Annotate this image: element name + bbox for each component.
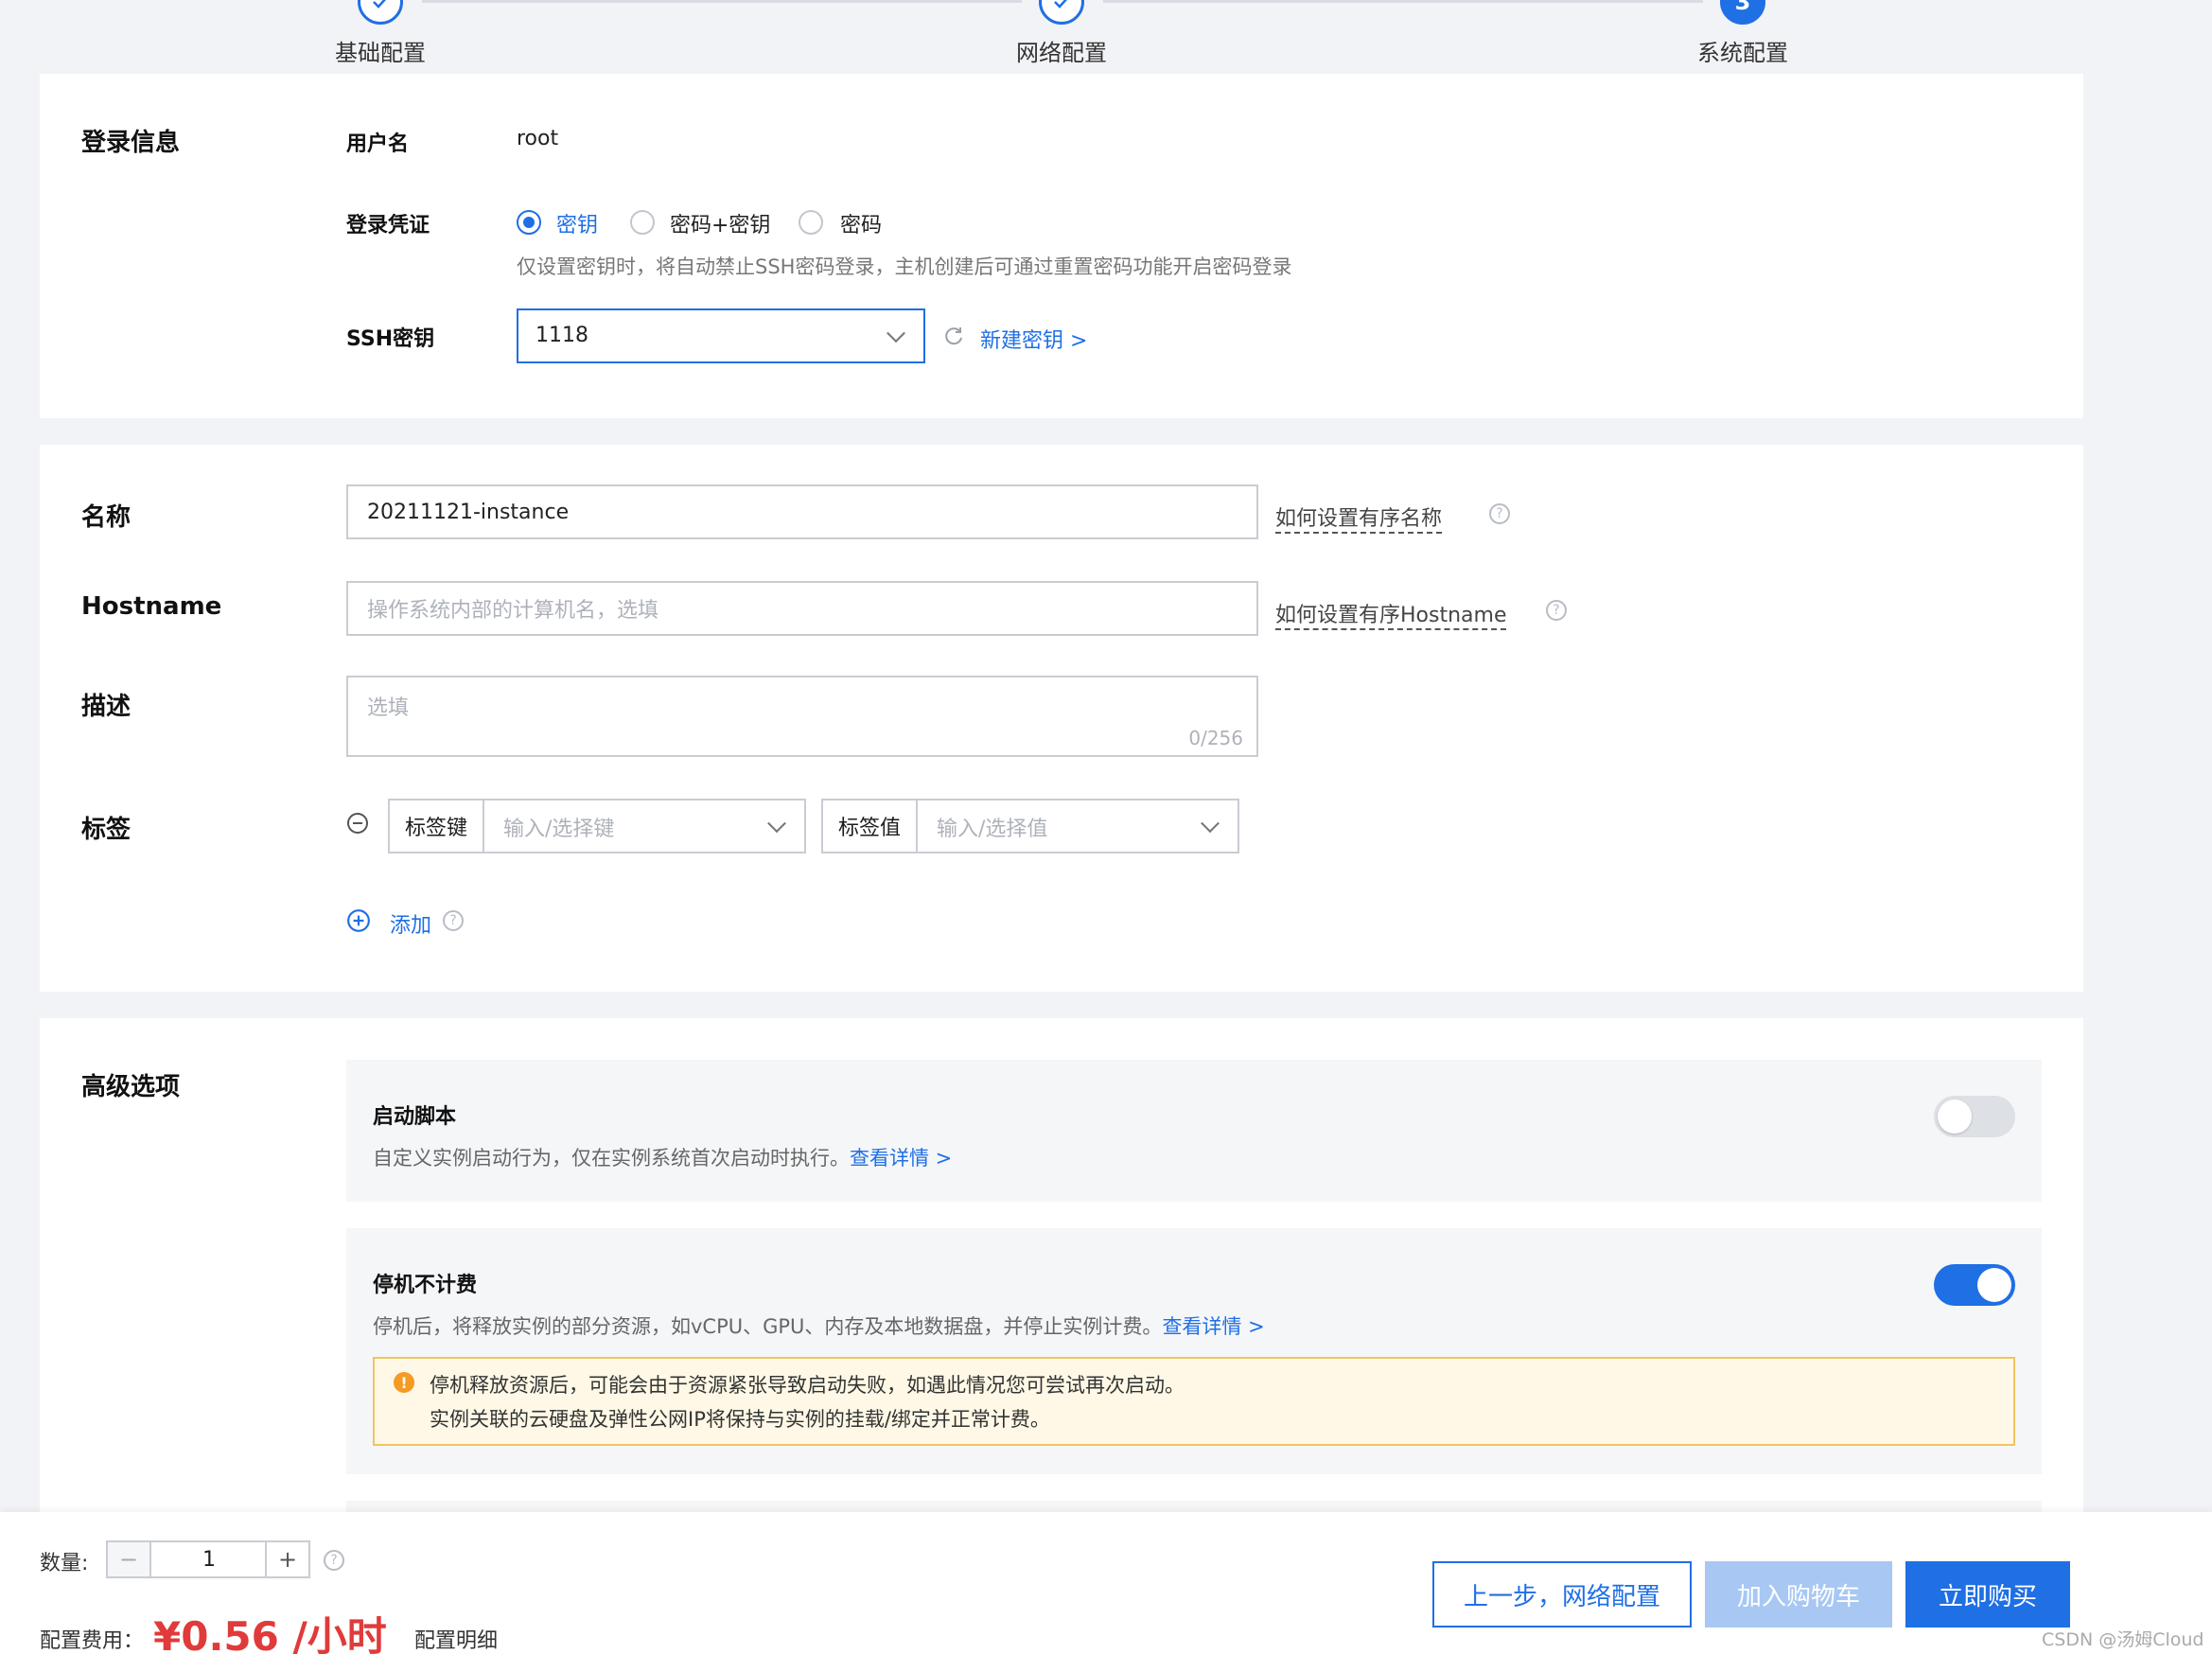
tag-key-placeholder: 输入/选择键: [503, 818, 615, 841]
description-counter: 0/256: [1188, 727, 1243, 749]
description-textarea[interactable]: 选填 0/256: [346, 676, 1258, 757]
purchase-footer: 数量: − 1 + ? 配置费用： ¥0.56 /小时 配置明细 上一步，网络配…: [0, 1512, 2212, 1654]
advanced-section-title: 高级选项: [81, 1073, 181, 1101]
question-icon[interactable]: ?: [443, 910, 464, 931]
toggle-knob: [1938, 1100, 1972, 1134]
startup-script-title: 启动脚本: [373, 1105, 457, 1129]
quantity-minus-button[interactable]: −: [108, 1542, 151, 1576]
step-connector: [1103, 0, 1703, 3]
radio-password-key[interactable]: [630, 210, 655, 235]
step-done-check-icon: [1039, 0, 1084, 25]
no-charge-warning: ! 停机释放资源后，可能会由于资源紧张导致启动失败，如遇此情况您可尝试再次启动。…: [373, 1357, 2015, 1446]
prev-step-button[interactable]: 上一步，网络配置: [1432, 1561, 1692, 1628]
step-connector: [422, 0, 1022, 3]
radio-password[interactable]: [799, 210, 823, 235]
step-label-network: 网络配置: [1016, 40, 1107, 66]
step-label-basic: 基础配置: [335, 40, 426, 66]
tag-key-addon: 标签键: [390, 801, 484, 852]
hostname-help-link[interactable]: 如何设置有序Hostname: [1275, 598, 1507, 630]
startup-script-detail-link[interactable]: 查看详情 >: [850, 1147, 952, 1170]
no-charge-desc-text: 停机后，将释放实例的部分资源，如vCPU、GPU、内存及本地数据盘，并停止实例计…: [373, 1315, 1163, 1338]
quantity-label: 数量:: [40, 1552, 89, 1575]
step-label-system: 系统配置: [1697, 40, 1788, 66]
radio-key[interactable]: [517, 210, 541, 235]
buy-now-button[interactable]: 立即购买: [1905, 1561, 2070, 1628]
hostname-placeholder: 操作系统内部的计算机名，选填: [367, 599, 659, 623]
add-to-cart-button[interactable]: 加入购物车: [1705, 1561, 1892, 1628]
tag-value-addon: 标签值: [823, 801, 918, 852]
tag-value-select[interactable]: 标签值 输入/选择值: [821, 799, 1239, 853]
quantity-stepper[interactable]: − 1 +: [106, 1540, 310, 1578]
minus-circle-icon[interactable]: [346, 812, 369, 838]
radio-key-label[interactable]: 密钥: [556, 208, 598, 238]
add-tag-link[interactable]: 添加: [390, 908, 431, 939]
plus-circle-icon[interactable]: [346, 908, 371, 937]
username-label: 用户名: [346, 132, 410, 156]
fee-detail-link[interactable]: 配置明细: [414, 1624, 498, 1654]
login-section-title: 登录信息: [81, 129, 181, 157]
chevron-down-icon: [1201, 814, 1220, 834]
tag-value-placeholder: 输入/选择值: [937, 818, 1048, 841]
tag-label: 标签: [81, 816, 132, 844]
quantity-plus-button[interactable]: +: [265, 1542, 308, 1576]
name-help-link[interactable]: 如何设置有序名称: [1275, 501, 1443, 534]
refresh-icon[interactable]: [944, 326, 965, 350]
startup-script-desc-text: 自定义实例启动行为，仅在实例系统首次启动时执行。: [373, 1147, 850, 1170]
next-option-panel: [346, 1501, 2042, 1512]
no-charge-desc: 停机后，将释放实例的部分资源，如vCPU、GPU、内存及本地数据盘，并停止实例计…: [373, 1311, 1265, 1340]
toggle-knob: [1977, 1268, 2011, 1302]
no-charge-detail-link[interactable]: 查看详情 >: [1162, 1315, 1264, 1338]
hostname-input[interactable]: 操作系统内部的计算机名，选填: [346, 581, 1258, 636]
startup-script-desc: 自定义实例启动行为，仅在实例系统首次启动时执行。查看详情 >: [373, 1143, 952, 1171]
tag-key-select[interactable]: 标签键 输入/选择键: [388, 799, 806, 853]
description-placeholder: 选填: [367, 696, 410, 720]
question-icon[interactable]: ?: [324, 1550, 344, 1571]
login-card: 登录信息 用户名 root 登录凭证 密钥 密码+密钥 密码 仅设置密钥时，将自…: [40, 74, 2083, 418]
step-done-check-icon: [358, 0, 403, 25]
warning-line-1: 停机释放资源后，可能会由于资源紧张导致启动失败，如遇此情况您可尝试再次启动。: [430, 1374, 1185, 1397]
warning-icon: !: [394, 1372, 414, 1393]
description-label: 描述: [81, 693, 132, 721]
ssh-key-label: SSH密钥: [346, 327, 435, 351]
radio-password-key-label[interactable]: 密码+密钥: [670, 208, 770, 238]
ssh-key-select[interactable]: 1118: [517, 308, 925, 363]
ssh-key-value: 1118: [535, 324, 588, 347]
name-input[interactable]: 20211121-instance: [346, 484, 1258, 539]
question-icon[interactable]: ?: [1489, 503, 1510, 524]
username-value: root: [517, 127, 559, 150]
startup-script-panel: 启动脚本 自定义实例启动行为，仅在实例系统首次启动时执行。查看详情 >: [346, 1060, 2042, 1202]
chevron-down-icon: [887, 324, 905, 343]
new-key-link[interactable]: 新建密钥 >: [980, 324, 1087, 354]
watermark: CSDN @汤姆Cloud: [2042, 1629, 2204, 1650]
chevron-down-icon: [767, 814, 786, 834]
name-input-value: 20211121-instance: [367, 500, 570, 524]
no-charge-toggle[interactable]: [1934, 1264, 2015, 1306]
hostname-label: Hostname: [81, 592, 222, 621]
warning-line-2: 实例关联的云硬盘及弹性公网IP将保持与实例的挂载/绑定并正常计费。: [430, 1408, 1050, 1431]
radio-password-label[interactable]: 密码: [840, 208, 882, 238]
startup-script-toggle[interactable]: [1934, 1096, 2015, 1137]
fee-label: 配置费用：: [40, 1624, 144, 1654]
step-number-current: 3: [1720, 0, 1765, 25]
no-charge-title: 停机不计费: [373, 1274, 478, 1297]
question-icon[interactable]: ?: [1546, 600, 1567, 621]
basic-card: 名称 20211121-instance 如何设置有序名称 ? Hostname…: [40, 445, 2083, 992]
credential-label: 登录凭证: [346, 214, 430, 238]
name-label: 名称: [81, 503, 132, 532]
quantity-input[interactable]: 1: [151, 1542, 267, 1576]
fee-value: ¥0.56 /小时: [153, 1613, 387, 1654]
credential-hint: 仅设置密钥时，将自动禁止SSH密码登录，主机创建后可通过重置密码功能开启密码登录: [517, 255, 1292, 278]
